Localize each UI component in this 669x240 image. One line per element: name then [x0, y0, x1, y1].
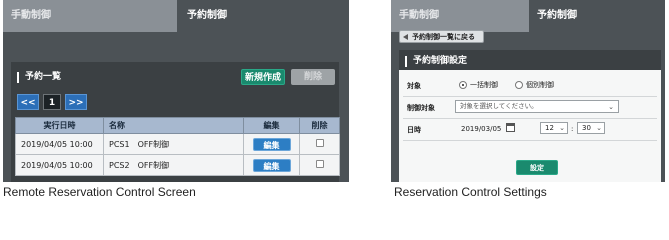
reservation-list-screen: 手動制御 予約制御 予約一覧 新規作成 削除 << 1 >> 実行日時 名称 編…: [3, 0, 349, 182]
radio-label: 一括制御: [470, 81, 498, 89]
reservation-settings-screen: 手動制御 予約制御 予約制御一覧に戻る 予約制御設定 対象 一括制御 個別制御: [391, 0, 665, 182]
reservation-table: 実行日時 名称 編集 削除 2019/04/05 10:00 PCS1 OFF制…: [15, 117, 340, 176]
edit-button[interactable]: 編集: [252, 137, 291, 151]
pager-page-number[interactable]: 1: [43, 94, 61, 110]
divider: [403, 140, 657, 141]
pager-next-button[interactable]: >>: [65, 94, 87, 110]
section-title: 予約一覧: [17, 72, 61, 83]
radio-individual-control[interactable]: 個別制御: [515, 80, 554, 90]
control-target-row: 制御対象 対象を選択してください。 ⌄: [399, 98, 661, 116]
delete-checkbox[interactable]: [315, 139, 324, 147]
target-row: 対象 一括制御 個別制御: [399, 76, 661, 94]
datetime-label: 日時: [407, 126, 421, 134]
datetime-row: 日時 2019/03/05 12 ⌄ : 30 ⌄: [399, 120, 661, 138]
edit-button[interactable]: 編集: [252, 158, 291, 172]
cell-delete: [299, 154, 340, 176]
control-target-select[interactable]: 対象を選択してください。 ⌄: [455, 100, 619, 113]
caption-right: Reservation Control Settings: [394, 185, 547, 199]
table-row: 2019/04/05 10:00 PCS1 OFF制御 編集: [15, 133, 340, 155]
tab-manual-control[interactable]: 手動制御: [3, 0, 177, 32]
tab-reservation-control[interactable]: 予約制御: [529, 0, 665, 32]
chevron-down-icon: ⌄: [608, 103, 614, 111]
radio-selected-icon: [459, 81, 467, 89]
calendar-icon[interactable]: [506, 123, 515, 132]
table-header-row: 実行日時 名称 編集 削除: [15, 117, 340, 134]
section-title: 予約制御設定: [405, 56, 467, 67]
radio-batch-control[interactable]: 一括制御: [459, 80, 498, 90]
cell-datetime: 2019/04/05 10:00: [15, 154, 104, 176]
set-button[interactable]: 設定: [516, 160, 558, 175]
cell-name: PCS2 OFF制御: [103, 154, 244, 176]
cell-edit: 編集: [243, 154, 300, 176]
settings-form: 対象 一括制御 個別制御 制御対象 対象を選択してください。 ⌄ 日時 2019…: [399, 70, 661, 182]
control-target-placeholder: 対象を選択してください。: [460, 102, 538, 110]
chevron-down-icon: ⌄: [596, 124, 602, 132]
column-header-name: 名称: [103, 117, 244, 134]
hour-select[interactable]: 12 ⌄: [540, 122, 568, 134]
delete-button[interactable]: 削除: [291, 69, 335, 85]
divider: [403, 96, 657, 97]
cell-name: PCS1 OFF制御: [103, 133, 244, 155]
tab-bar: 手動制御 予約制御: [391, 0, 665, 32]
caption-left: Remote Reservation Control Screen: [3, 185, 196, 199]
pager-prev-button[interactable]: <<: [17, 94, 39, 110]
new-button[interactable]: 新規作成: [241, 69, 285, 85]
table-row: 2019/04/05 10:00 PCS2 OFF制御 編集: [15, 154, 340, 176]
cell-datetime: 2019/04/05 10:00: [15, 133, 104, 155]
radio-unselected-icon: [515, 81, 523, 89]
cell-edit: 編集: [243, 133, 300, 155]
control-target-label: 制御対象: [407, 104, 435, 112]
delete-checkbox[interactable]: [315, 160, 324, 168]
target-label: 対象: [407, 82, 421, 90]
hour-value: 12: [545, 124, 554, 132]
column-header-datetime: 実行日時: [15, 117, 104, 134]
content-area: 予約制御一覧に戻る 予約制御設定 対象 一括制御 個別制御 制御対象 対象を選択…: [391, 30, 665, 182]
tab-manual-control[interactable]: 手動制御: [391, 0, 529, 32]
settings-panel: 予約制御設定 対象 一括制御 個別制御 制御対象 対象を選択してください。 ⌄ …: [399, 50, 661, 182]
tab-bar: 手動制御 予約制御: [3, 0, 349, 32]
content-area: 予約一覧 新規作成 削除 << 1 >> 実行日時 名称 編集 削除 2019/…: [3, 32, 349, 182]
chevron-down-icon: ⌄: [559, 124, 565, 132]
cell-delete: [299, 133, 340, 155]
back-to-list-button[interactable]: 予約制御一覧に戻る: [399, 30, 484, 43]
divider: [403, 118, 657, 119]
reservation-list-panel: 予約一覧 新規作成 削除 << 1 >> 実行日時 名称 編集 削除 2019/…: [11, 62, 340, 182]
minute-select[interactable]: 30 ⌄: [577, 122, 605, 134]
column-header-edit: 編集: [243, 117, 300, 134]
tab-reservation-control[interactable]: 予約制御: [177, 0, 349, 32]
minute-value: 30: [582, 124, 591, 132]
column-header-delete: 削除: [299, 117, 340, 134]
date-value: 2019/03/05: [461, 125, 502, 133]
radio-label: 個別制御: [526, 81, 554, 89]
time-separator: :: [571, 125, 574, 133]
